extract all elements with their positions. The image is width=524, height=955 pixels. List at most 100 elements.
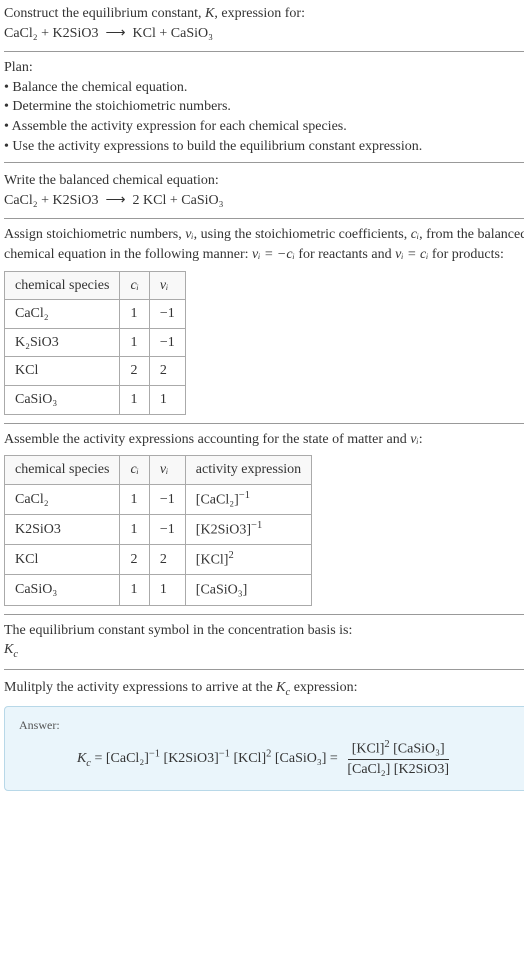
table-row: K2SiO31−1[K2SiO3]−1 bbox=[5, 514, 312, 544]
stoich-eq2: νᵢ = cᵢ bbox=[395, 247, 428, 262]
nu-cell: 2 bbox=[149, 545, 185, 575]
table-row: CaSiO₃11[CaSiO₃] bbox=[5, 575, 312, 605]
species-cell: KCl bbox=[5, 357, 120, 386]
ci-cell: 2 bbox=[120, 545, 149, 575]
intro-reactants: CaCl₂ + K2SiO3 bbox=[4, 26, 98, 41]
nu-cell: 2 bbox=[149, 357, 185, 386]
species-cell: K₂SiO3 bbox=[5, 328, 120, 357]
ci-cell: 2 bbox=[120, 357, 149, 386]
kc-symbol: Kc bbox=[4, 642, 18, 657]
balanced-reactants: CaCl₂ + K2SiO3 bbox=[4, 193, 98, 208]
kc-k: K bbox=[276, 680, 285, 695]
table-header: activity expression bbox=[185, 456, 311, 485]
multiply-text: expression: bbox=[290, 680, 357, 695]
activity-intro-text: : bbox=[419, 432, 423, 447]
ae-base: [CaCl₂] bbox=[196, 492, 239, 507]
kc-symbol: Kc bbox=[77, 751, 91, 766]
activity-expr-cell: [K2SiO3]−1 bbox=[185, 514, 311, 544]
term-base: [K2SiO3] bbox=[164, 751, 219, 766]
plan-section: Plan: • Balance the chemical equation. •… bbox=[4, 51, 524, 163]
ae-base: [CaSiO₃] bbox=[196, 583, 248, 598]
species-cell: KCl bbox=[5, 545, 120, 575]
kc-symbol-section: The equilibrium constant symbol in the c… bbox=[4, 614, 524, 670]
answer-term: [CaCl₂]−1 bbox=[106, 751, 160, 766]
kc-symbol: Kc bbox=[276, 680, 290, 695]
ci-cell: 1 bbox=[120, 514, 149, 544]
intro-products: KCl + CaSiO₃ bbox=[133, 26, 213, 41]
num-term: [CaSiO₃] bbox=[393, 742, 445, 757]
table-row: CaCl₂1−1[CaCl₂]−1 bbox=[5, 484, 312, 514]
stoich-ci: cᵢ bbox=[411, 227, 419, 242]
stoich-table: chemical species cᵢ νᵢ CaCl₂1−1 K₂SiO31−… bbox=[4, 271, 186, 415]
species-cell: CaSiO₃ bbox=[5, 385, 120, 414]
num-term: [KCl] bbox=[352, 742, 385, 757]
term-exp: −1 bbox=[219, 749, 230, 760]
multiply-block: Mulitply the activity expressions to arr… bbox=[4, 678, 524, 700]
activity-section: Assemble the activity expressions accoun… bbox=[4, 423, 524, 606]
kc-sub: c bbox=[13, 649, 18, 660]
table-header: chemical species bbox=[5, 271, 120, 300]
activity-expr-cell: [CaCl₂]−1 bbox=[185, 484, 311, 514]
kc-k: K bbox=[77, 751, 86, 766]
plan-header: Plan: bbox=[4, 58, 524, 78]
table-row: KCl22[KCl]2 bbox=[5, 545, 312, 575]
stoich-nu: νᵢ bbox=[185, 227, 193, 242]
species-cell: CaSiO₃ bbox=[5, 575, 120, 605]
species-cell: CaCl₂ bbox=[5, 484, 120, 514]
answer-box: Answer: Kc = [CaCl₂]−1 [K2SiO3]−1 [KCl]2… bbox=[4, 706, 524, 791]
activity-intro: Assemble the activity expressions accoun… bbox=[4, 432, 423, 447]
table-row: CaSiO₃11 bbox=[5, 385, 186, 414]
ci-cell: 1 bbox=[120, 300, 149, 329]
balanced-equation: CaCl₂ + K2SiO3 ⟶ 2 KCl + CaSiO₃ bbox=[4, 193, 223, 208]
table-row: K₂SiO31−1 bbox=[5, 328, 186, 357]
stoich-intro: Assign stoichiometric numbers, νᵢ, using… bbox=[4, 227, 524, 262]
term-base: [CaCl₂] bbox=[106, 751, 149, 766]
term-exp: −1 bbox=[149, 749, 160, 760]
activity-intro-text: Assemble the activity expressions accoun… bbox=[4, 432, 410, 447]
answer-expression: Kc = [CaCl₂]−1 [K2SiO3]−1 [KCl]2 [CaSiO₃… bbox=[19, 738, 513, 780]
arrow-icon: ⟶ bbox=[105, 26, 125, 41]
fraction-denominator: [CaCl₂] [K2SiO3] bbox=[343, 760, 453, 780]
eq-sign: = bbox=[91, 751, 106, 766]
nu-cell: −1 bbox=[149, 328, 185, 357]
species-cell: CaCl₂ bbox=[5, 300, 120, 329]
nu-cell: −1 bbox=[149, 300, 185, 329]
table-header: νᵢ bbox=[149, 456, 185, 485]
term-base: [CaSiO₃] bbox=[275, 751, 327, 766]
intro-block: Construct the equilibrium constant, K, e… bbox=[4, 4, 524, 43]
stoich-intro-text: Assign stoichiometric numbers, bbox=[4, 227, 185, 242]
arrow-icon: ⟶ bbox=[105, 193, 125, 208]
activity-table: chemical species cᵢ νᵢ activity expressi… bbox=[4, 455, 312, 606]
table-header: cᵢ bbox=[120, 456, 149, 485]
nu-cell: 1 bbox=[149, 385, 185, 414]
table-header-row: chemical species cᵢ νᵢ activity expressi… bbox=[5, 456, 312, 485]
balanced-products: 2 KCl + CaSiO₃ bbox=[133, 193, 224, 208]
species-cell: K2SiO3 bbox=[5, 514, 120, 544]
answer-label: Answer: bbox=[19, 717, 513, 734]
table-header: cᵢ bbox=[120, 271, 149, 300]
plan-bullet: • Balance the chemical equation. bbox=[4, 78, 524, 98]
nu-cell: −1 bbox=[149, 514, 185, 544]
balanced-block: Write the balanced chemical equation: Ca… bbox=[4, 171, 524, 210]
term-base: [KCl] bbox=[233, 751, 266, 766]
plan-bullet: • Use the activity expressions to build … bbox=[4, 137, 524, 157]
table-header-row: chemical species cᵢ νᵢ bbox=[5, 271, 186, 300]
plan-bullet: • Determine the stoichiometric numbers. bbox=[4, 97, 524, 117]
ci-cell: 1 bbox=[120, 385, 149, 414]
table-header: νᵢ bbox=[149, 271, 185, 300]
nu-cell: 1 bbox=[149, 575, 185, 605]
kc-k: K bbox=[4, 642, 13, 657]
intro-text: Construct the equilibrium constant, bbox=[4, 6, 205, 21]
intro-text-end: , expression for: bbox=[214, 6, 305, 21]
stoich-intro-text: for products: bbox=[428, 247, 503, 262]
den-term: [CaCl₂] bbox=[347, 762, 390, 777]
ae-base: [K2SiO3] bbox=[196, 523, 251, 538]
answer-term: [K2SiO3]−1 bbox=[164, 751, 230, 766]
nu-cell: −1 bbox=[149, 484, 185, 514]
ae-exp: −1 bbox=[239, 490, 250, 501]
answer-term: [KCl]2 bbox=[233, 751, 271, 766]
activity-expr-cell: [KCl]2 bbox=[185, 545, 311, 575]
table-header: chemical species bbox=[5, 456, 120, 485]
kc-symbol-text: The equilibrium constant symbol in the c… bbox=[4, 621, 524, 641]
num-exp: 2 bbox=[384, 739, 389, 750]
